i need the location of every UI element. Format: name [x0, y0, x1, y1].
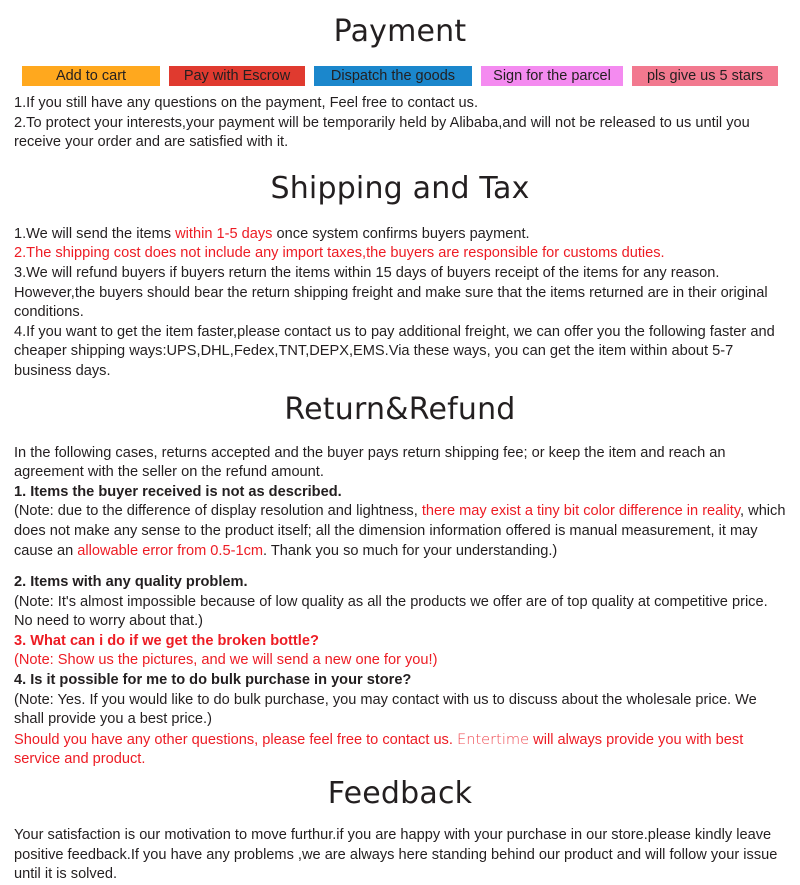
q1-note-highlight-allowable-error: allowable error from 0.5-1cm — [77, 542, 264, 559]
shipping-line-1-part-b: once system confirms buyers payment. — [272, 225, 530, 242]
return-refund-section-title: Return&Refund — [284, 391, 516, 427]
return-refund-body: In the following cases, returns accepted… — [0, 444, 800, 771]
return-question-1-heading: 1. Items the buyer received is not as de… — [14, 483, 342, 500]
badge-pay-with-escrow[interactable]: Pay with Escrow — [169, 66, 305, 86]
payment-body: 1.If you still have any questions on the… — [0, 94, 800, 153]
feedback-section-title: Feedback — [327, 776, 473, 812]
payment-line-1: 1.If you still have any questions on the… — [14, 95, 479, 111]
store-brand-name: Entertime — [456, 730, 530, 748]
badge-sign-for-the-parcel[interactable]: Sign for the parcel — [481, 66, 623, 86]
q1-note-part-a: (Note: due to the difference of display … — [14, 503, 422, 520]
return-question-2-heading: 2. Items with any quality problem. — [14, 574, 248, 591]
return-question-3-note: (Note: Show us the pictures, and we will… — [14, 652, 438, 669]
shipping-section-title: Shipping and Tax — [270, 170, 530, 206]
payment-flow-badges: Add to cart Pay with Escrow Dispatch the… — [0, 66, 800, 86]
shipping-line-3: 3.We will refund buyers if buyers return… — [14, 264, 768, 321]
payment-line-2: 2.To protect your interests,your payment… — [14, 114, 750, 151]
badge-dispatch-the-goods[interactable]: Dispatch the goods — [314, 66, 472, 86]
shipping-line-1-part-a: 1.We will send the items — [14, 225, 176, 242]
return-question-2-note: (Note: It's almost impossible because of… — [14, 593, 768, 630]
shipping-body: 1.We will send the items within 1-5 days… — [0, 225, 800, 382]
return-intro: In the following cases, returns accepted… — [14, 444, 726, 481]
q1-note-highlight-color-difference: there may exist a tiny bit color differe… — [421, 503, 741, 520]
payment-section-title: Payment — [333, 14, 467, 49]
policy-banner-page: Payment Add to cart Pay with Escrow Disp… — [0, 0, 800, 882]
return-question-4-note: (Note: Yes. If you would like to do bulk… — [14, 691, 757, 728]
feedback-text: Your satisfaction is our motivation to m… — [14, 827, 778, 883]
shipping-line-4: 4.If you want to get the item faster,ple… — [14, 323, 775, 379]
q1-note-part-c: . Thank you so much for your understandi… — [263, 542, 558, 559]
closing-part-a: Should you have any other questions, ple… — [14, 731, 457, 748]
shipping-line-2: 2.The shipping cost does not include any… — [14, 245, 665, 262]
badge-give-five-stars[interactable]: pls give us 5 stars — [632, 66, 778, 86]
return-question-1-note: (Note: due to the difference of display … — [14, 502, 786, 561]
return-closing-note: Should you have any other questions, ple… — [14, 730, 786, 770]
return-question-3-heading: 3. What can i do if we get the broken bo… — [14, 632, 319, 649]
return-question-4-heading: 4. Is it possible for me to do bulk purc… — [14, 672, 412, 689]
feedback-body: Your satisfaction is our motivation to m… — [0, 826, 800, 885]
shipping-line-1-highlight: within 1-5 days — [175, 225, 273, 242]
shipping-line-1: 1.We will send the items within 1-5 days… — [14, 225, 786, 245]
badge-add-to-cart[interactable]: Add to cart — [22, 66, 160, 86]
